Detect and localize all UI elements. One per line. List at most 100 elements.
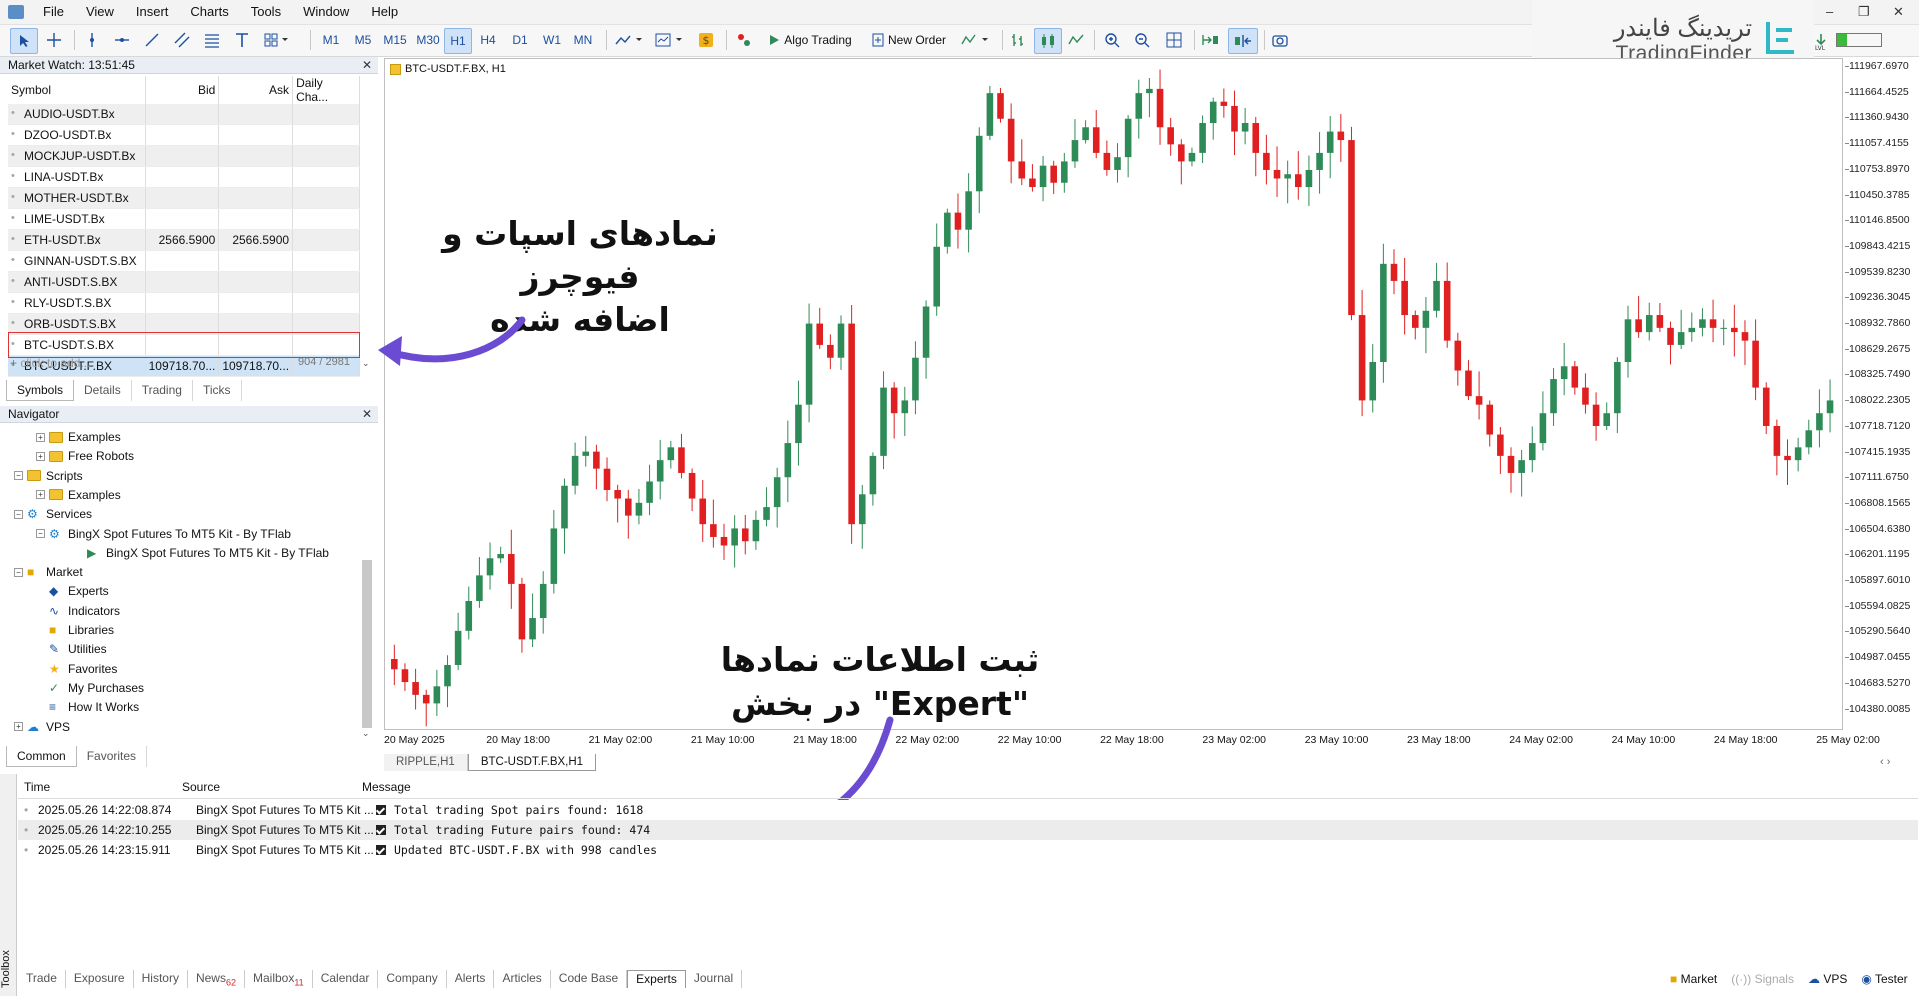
tester-link[interactable]: ◉ Tester <box>1861 972 1907 986</box>
navigator-item[interactable]: ■ Libraries <box>36 621 114 639</box>
timeframe-h1[interactable]: H1 <box>444 28 472 54</box>
menu-help[interactable]: Help <box>360 0 409 24</box>
market-watch-row[interactable]: ANTI-USDT.S.BX <box>8 271 360 293</box>
navigator-scroll-down-icon[interactable]: ⌄ <box>362 728 370 739</box>
navigator-item[interactable]: ✓ My Purchases <box>36 679 144 697</box>
tab-trading[interactable]: Trading <box>132 380 193 401</box>
new-order-button[interactable]: New Order <box>866 28 952 52</box>
col-bid[interactable]: Bid <box>145 76 220 104</box>
navigator-item[interactable]: ★ Favorites <box>36 660 117 678</box>
collapse-icon[interactable]: − <box>14 509 23 519</box>
market-watch-row[interactable]: MOCKJUP-USDT.Bx <box>8 145 360 167</box>
market-watch-row[interactable]: GINNAN-USDT.S.BX <box>8 250 360 272</box>
scroll-down-icon[interactable]: ⌄ <box>362 358 370 369</box>
tab-favorites[interactable]: Favorites <box>77 746 148 767</box>
navigator-item[interactable]: + Free Robots <box>36 447 134 465</box>
add-symbol-input[interactable]: + click to add... <box>10 356 90 370</box>
navigator-item[interactable]: − ⚙ Services <box>14 505 92 523</box>
chart-shift-icon[interactable] <box>1228 28 1258 54</box>
col-source[interactable]: Source <box>182 780 362 794</box>
market-watch-row[interactable]: AUDIO-USDT.Bx <box>8 104 360 125</box>
expand-icon[interactable]: + <box>14 722 23 731</box>
market-watch-row[interactable]: LIME-USDT.Bx <box>8 208 360 230</box>
collapse-icon[interactable]: − <box>14 471 23 481</box>
timeframe-m1[interactable]: M1 <box>317 28 345 52</box>
templates-icon[interactable] <box>652 28 688 52</box>
log-row[interactable]: 2025.05.26 14:22:10.255BingX Spot Future… <box>18 820 1918 840</box>
toolbox-tab-code-base[interactable]: Code Base <box>551 970 628 988</box>
navigator-item[interactable]: ▶ BingX Spot Futures To MT5 Kit - By TFla… <box>74 544 329 562</box>
tab-symbols[interactable]: Symbols <box>6 380 75 401</box>
col-message[interactable]: Message <box>362 780 411 794</box>
minimize-button[interactable]: ‒ <box>1826 4 1833 19</box>
chart-tab-btc[interactable]: BTC-USDT.F.BX,H1 <box>467 754 597 771</box>
collapse-icon[interactable]: − <box>36 529 45 538</box>
zoom-in-icon[interactable] <box>1100 28 1124 52</box>
close-button[interactable]: ✕ <box>1893 4 1904 20</box>
bar-chart-icon[interactable] <box>1006 28 1030 52</box>
toolbox-tab-mailbox[interactable]: Mailbox11 <box>245 970 313 988</box>
market-watch-row[interactable]: ETH-USDT.Bx2566.59002566.5900 <box>8 229 360 251</box>
algo-trading-button[interactable]: Algo Trading <box>760 28 860 52</box>
toolbox-tab-journal[interactable]: Journal <box>686 970 743 988</box>
tab-ticks[interactable]: Ticks <box>193 380 242 401</box>
menu-view[interactable]: View <box>75 0 125 24</box>
chart-window[interactable] <box>384 58 1843 730</box>
navigator-scrollbar[interactable] <box>362 560 372 728</box>
shapes-icon[interactable] <box>260 28 294 52</box>
tile-windows-icon[interactable] <box>1162 28 1186 52</box>
market-watch-row[interactable]: BTC-USDT.S.BX <box>8 334 360 356</box>
navigator-item[interactable]: + Examples <box>36 428 121 446</box>
menu-window[interactable]: Window <box>292 0 360 24</box>
navigator-item[interactable]: − ⚙ BingX Spot Futures To MT5 Kit - By TFl… <box>36 525 291 543</box>
market-link[interactable]: ■ Market <box>1670 972 1717 986</box>
market-watch-row[interactable]: RLY-USDT.S.BX <box>8 292 360 314</box>
market-watch-row[interactable]: ORB-USDT.S.BX <box>8 313 360 335</box>
timeframe-mn[interactable]: MN <box>568 28 598 52</box>
timeframe-m5[interactable]: M5 <box>349 28 377 52</box>
channel-icon[interactable] <box>170 28 194 52</box>
screenshot-icon[interactable] <box>1268 28 1292 52</box>
navigator-item[interactable]: ◆ Experts <box>36 582 109 600</box>
navigator-close-icon[interactable]: ✕ <box>362 406 372 422</box>
line-chart-icon[interactable] <box>1064 28 1088 52</box>
navigator-item[interactable]: − ■ Market <box>14 563 83 581</box>
market-watch-row[interactable]: MOTHER-USDT.Bx <box>8 187 360 209</box>
timeframe-m15[interactable]: M15 <box>380 28 410 52</box>
collapse-icon[interactable]: − <box>14 567 23 577</box>
trendline-icon[interactable] <box>140 28 164 52</box>
menu-charts[interactable]: Charts <box>179 0 239 24</box>
timeframe-d1[interactable]: D1 <box>506 28 534 52</box>
menu-insert[interactable]: Insert <box>125 0 180 24</box>
navigator-item[interactable]: + Examples <box>36 486 121 504</box>
market-depth-icon[interactable] <box>732 28 756 52</box>
timeframe-h4[interactable]: H4 <box>474 28 502 52</box>
zoom-out-icon[interactable] <box>1130 28 1154 52</box>
col-daily-change[interactable]: Daily Cha... <box>292 76 360 104</box>
toolbox-tab-trade[interactable]: Trade <box>18 970 66 988</box>
toolbox-tab-exposure[interactable]: Exposure <box>66 970 134 988</box>
horizontal-line-icon[interactable] <box>110 28 134 52</box>
navigator-item[interactable]: + ☁ VPS <box>14 718 70 736</box>
navigator-item[interactable]: ✎ Utilities <box>36 640 107 658</box>
timeframe-w1[interactable]: W1 <box>538 28 566 52</box>
chart-tab-ripple[interactable]: RIPPLE,H1 <box>384 754 468 771</box>
toolbox-tab-alerts[interactable]: Alerts <box>447 970 495 988</box>
navigator-item[interactable]: − Scripts <box>14 467 83 485</box>
tab-details[interactable]: Details <box>74 380 132 401</box>
chart-type-icon[interactable] <box>612 28 648 52</box>
candlestick-chart[interactable] <box>385 59 1842 729</box>
log-row[interactable]: 2025.05.26 14:23:15.911BingX Spot Future… <box>18 840 1918 860</box>
crosshair-icon[interactable] <box>42 28 66 52</box>
col-time[interactable]: Time <box>18 780 182 794</box>
navigator-item[interactable]: ∿ Indicators <box>36 602 120 620</box>
candlestick-icon[interactable] <box>1034 28 1062 54</box>
toolbox-tab-articles[interactable]: Articles <box>494 970 551 988</box>
col-ask[interactable]: Ask <box>218 76 294 104</box>
dollar-icon[interactable]: $ <box>694 28 718 52</box>
navigator-item[interactable]: ≡ How It Works <box>36 698 139 716</box>
toolbox-tab-news[interactable]: News62 <box>188 970 245 988</box>
toolbox-tab-company[interactable]: Company <box>378 970 447 988</box>
market-watch-row[interactable]: LINA-USDT.Bx <box>8 166 360 188</box>
fibonacci-icon[interactable] <box>200 28 224 52</box>
